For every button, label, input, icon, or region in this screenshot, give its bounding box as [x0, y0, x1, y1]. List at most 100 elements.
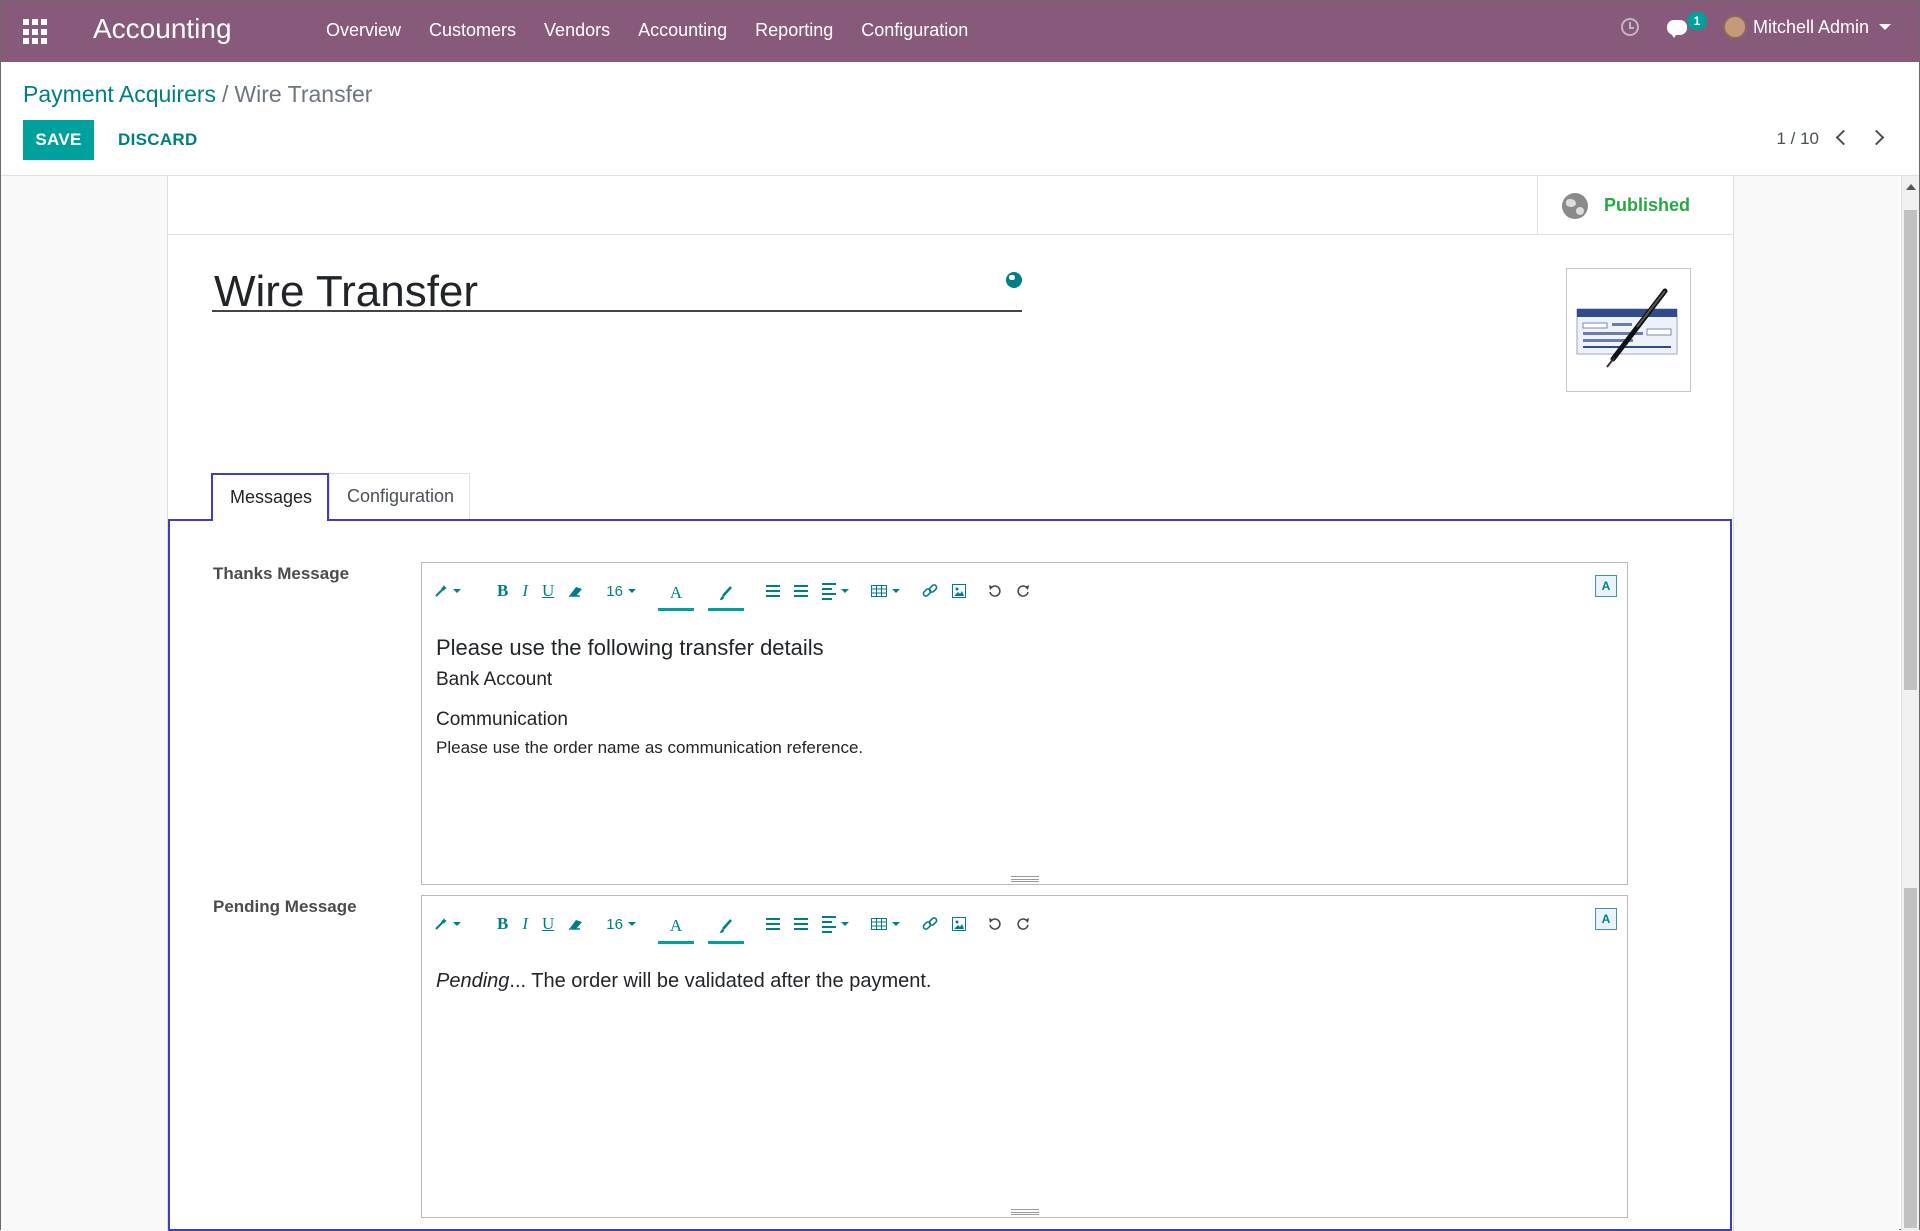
- main-menu: Overview Customers Vendors Accounting Re…: [326, 20, 996, 41]
- translate-icon[interactable]: A: [1595, 908, 1617, 930]
- font-size-dropdown[interactable]: 16: [606, 577, 636, 605]
- font-color-button[interactable]: A: [657, 910, 694, 944]
- menu-configuration[interactable]: Configuration: [861, 20, 968, 41]
- top-navbar: Accounting Overview Customers Vendors Ac…: [1, 1, 1919, 62]
- redo-icon[interactable]: [1016, 910, 1030, 938]
- clock-icon[interactable]: [1620, 18, 1639, 36]
- style-dropdown[interactable]: [434, 910, 461, 938]
- acquirer-image[interactable]: [1566, 268, 1691, 392]
- scrollbar-thumb-lower: [1904, 888, 1917, 1228]
- bold-button[interactable]: B: [497, 577, 508, 605]
- align-icon[interactable]: [821, 577, 849, 605]
- pending-message-label: Pending Message: [213, 897, 357, 916]
- scrollbar-thumb[interactable]: [1904, 210, 1917, 690]
- chat-icon: [1666, 20, 1687, 38]
- save-button[interactable]: SAVE: [23, 120, 94, 160]
- check-pen-image: [1576, 288, 1678, 368]
- paint-brush-icon: [719, 918, 732, 933]
- thanks-message-editor[interactable]: B I U 16 A A Please use the following tr…: [421, 562, 1628, 885]
- form-sheet: Published Wire Transfer Messages Configu…: [167, 176, 1734, 1231]
- editor-resize-handle[interactable]: [1010, 1209, 1039, 1215]
- menu-reporting[interactable]: Reporting: [755, 20, 833, 41]
- align-icon[interactable]: [821, 910, 849, 938]
- editor-toolbar: B I U 16 A: [434, 577, 1044, 611]
- font-size-value: 16: [606, 582, 623, 600]
- thanks-bank-account: Bank Account: [436, 669, 553, 690]
- tab-messages[interactable]: Messages: [211, 473, 329, 521]
- discard-button[interactable]: DISCARD: [112, 120, 204, 160]
- breadcrumb-current: Wire Transfer: [234, 81, 373, 107]
- style-dropdown[interactable]: [434, 577, 461, 605]
- chevron-right-icon: [1868, 129, 1885, 146]
- font-color-button[interactable]: A: [657, 577, 694, 611]
- underline-button[interactable]: U: [542, 577, 554, 605]
- pager-value[interactable]: 1 / 10: [1776, 129, 1819, 149]
- navbar-systray: 1 Mitchell Admin: [1620, 12, 1891, 39]
- thanks-reference-note: Please use the order name as communicati…: [436, 738, 864, 757]
- button-box: Published: [168, 176, 1733, 235]
- published-label: Published: [1604, 195, 1691, 215]
- ordered-list-icon[interactable]: [793, 577, 808, 605]
- pending-message-content[interactable]: Pending... The order will be validated a…: [436, 970, 1613, 993]
- thanks-heading: Please use the following transfer detail…: [436, 635, 824, 660]
- page-scrollbar[interactable]: [1901, 176, 1919, 1231]
- avatar[interactable]: [1722, 15, 1747, 39]
- menu-accounting[interactable]: Accounting: [638, 20, 727, 41]
- ordered-list-icon[interactable]: [793, 910, 808, 938]
- tab-configuration[interactable]: Configuration: [329, 473, 470, 519]
- pager-previous-button[interactable]: [1833, 129, 1852, 147]
- menu-overview[interactable]: Overview: [326, 20, 401, 41]
- app-title[interactable]: Accounting: [93, 13, 232, 45]
- font-size-dropdown[interactable]: 16: [606, 910, 636, 938]
- acquirer-name-input[interactable]: Wire Transfer: [212, 270, 1022, 314]
- menu-customers[interactable]: Customers: [429, 20, 516, 41]
- undo-icon[interactable]: [988, 577, 1002, 605]
- undo-icon[interactable]: [988, 910, 1002, 938]
- background-color-button[interactable]: [707, 577, 744, 611]
- font-size-value: 16: [606, 915, 623, 933]
- menu-vendors[interactable]: Vendors: [544, 20, 610, 41]
- unordered-list-icon[interactable]: [765, 910, 780, 938]
- pager-next-button[interactable]: [1868, 129, 1887, 147]
- chevron-left-icon: [1835, 129, 1852, 146]
- scroll-up-arrow-icon[interactable]: [1906, 184, 1916, 190]
- user-dropdown-caret-icon[interactable]: [1879, 24, 1891, 30]
- bold-button[interactable]: B: [497, 910, 508, 938]
- image-icon[interactable]: [951, 910, 966, 938]
- editor-resize-handle[interactable]: [1010, 876, 1039, 882]
- thanks-communication: Communication: [436, 709, 568, 730]
- globe-icon: [1562, 192, 1588, 219]
- redo-icon[interactable]: [1016, 577, 1030, 605]
- link-icon[interactable]: [922, 910, 938, 938]
- eraser-icon[interactable]: [568, 910, 584, 938]
- breadcrumb-payment-acquirers[interactable]: Payment Acquirers: [23, 81, 216, 107]
- messages-tab-panel: Thanks Message B I U 16 A A Please use t…: [168, 519, 1732, 1231]
- pending-italic-word: Pending: [436, 970, 510, 992]
- translate-icon[interactable]: A: [1595, 575, 1617, 597]
- pending-message-editor[interactable]: B I U 16 A A Pending... The order will b…: [421, 895, 1628, 1218]
- link-icon[interactable]: [922, 577, 938, 605]
- image-icon[interactable]: [951, 577, 966, 605]
- published-toggle-button[interactable]: Published: [1537, 176, 1733, 235]
- thanks-message-label: Thanks Message: [213, 564, 350, 583]
- apps-grid-icon[interactable]: [23, 19, 49, 45]
- translate-globe-icon[interactable]: [1006, 272, 1022, 288]
- message-count-badge: 1: [1686, 12, 1707, 30]
- table-icon[interactable]: [870, 577, 900, 605]
- user-menu-name[interactable]: Mitchell Admin: [1753, 17, 1869, 38]
- italic-button[interactable]: I: [522, 577, 528, 605]
- paint-brush-icon: [719, 585, 732, 600]
- messaging-menu[interactable]: 1: [1666, 12, 1707, 38]
- magic-wand-icon: [435, 918, 447, 930]
- underline-button[interactable]: U: [542, 910, 554, 938]
- pending-message-text: Pending... The order will be validated a…: [436, 970, 1613, 993]
- breadcrumb-separator: /: [222, 81, 229, 107]
- table-icon[interactable]: [870, 910, 900, 938]
- eraser-icon[interactable]: [568, 577, 584, 605]
- italic-button[interactable]: I: [522, 910, 528, 938]
- thanks-message-content[interactable]: Please use the following transfer detail…: [436, 635, 1613, 758]
- unordered-list-icon[interactable]: [765, 577, 780, 605]
- magic-wand-icon: [435, 585, 447, 597]
- background-color-button[interactable]: [707, 910, 744, 944]
- editor-toolbar: B I U 16 A: [434, 910, 1044, 944]
